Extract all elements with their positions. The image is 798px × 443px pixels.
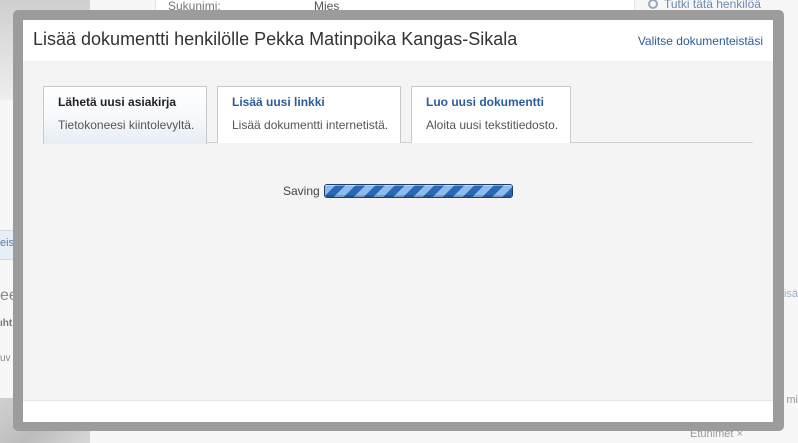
right-fragment-2: mi (786, 394, 798, 406)
left-fragment-1: eis (0, 237, 15, 249)
tab-title: Luo uusi dokumentti (426, 95, 544, 109)
tab-create-new-document[interactable]: Luo uusi dokumentti Aloita uusi tekstiti… (411, 86, 571, 143)
right-fragment-1: isä (783, 288, 798, 300)
upload-option-tabs: Lähetä uusi asiakirja Tietokoneesi kiint… (43, 86, 753, 144)
saving-progress-bar (324, 184, 513, 198)
saving-label: Saving (283, 184, 320, 198)
tab-add-new-link[interactable]: Lisää uusi linkki Lisää dokumentti inter… (217, 86, 401, 143)
choose-from-documents-link[interactable]: Valitse dokumenteistäsi (638, 34, 763, 48)
dialog-title: Lisää dokumentti henkilölle Pekka Matinp… (33, 29, 518, 49)
left-fragment-3: ıht (0, 318, 13, 329)
dialog-header: Lisää dokumentti henkilölle Pekka Matinp… (23, 20, 773, 61)
dialog-footer (23, 400, 773, 422)
tab-title: Lähetä uusi asiakirja (58, 95, 177, 109)
tab-description: Lisää dokumentti internetistä. (232, 118, 389, 132)
tab-description: Tietokoneesi kiintolevyltä. (58, 118, 195, 132)
progress-fill (325, 185, 512, 197)
tab-upload-new-document[interactable]: Lähetä uusi asiakirja Tietokoneesi kiint… (43, 86, 207, 144)
add-document-dialog: Lisää dokumentti henkilölle Pekka Matinp… (23, 20, 773, 422)
tab-title: Lisää uusi linkki (232, 95, 325, 109)
search-icon (648, 0, 658, 9)
tab-description: Aloita uusi tekstitiedosto. (426, 118, 559, 132)
left-fragment-4: uv (0, 353, 11, 364)
